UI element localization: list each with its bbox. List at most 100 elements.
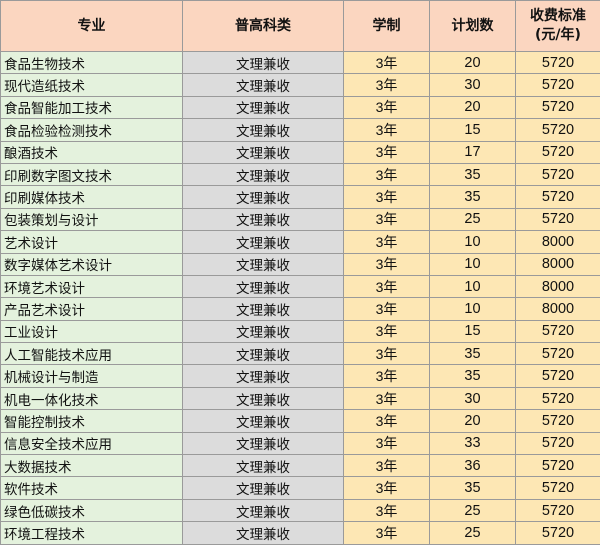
- years-cell: 3年: [343, 386, 430, 411]
- years-cell: 3年: [343, 162, 430, 187]
- header-plan: 计划数: [429, 0, 516, 52]
- table-row: 现代造纸技术 文理兼收 3年 30 5720: [0, 73, 600, 97]
- fee-cell: 5720: [515, 342, 600, 366]
- fee-cell: 5720: [515, 476, 600, 500]
- category-cell: 文理兼收: [182, 297, 344, 321]
- major-cell: 绿色低碳技术: [0, 498, 183, 523]
- major-cell: 大数据技术: [0, 454, 183, 478]
- major-cell: 信息安全技术应用: [0, 431, 183, 456]
- years-cell: 3年: [343, 73, 430, 97]
- major-cell: 数字媒体艺术设计: [0, 252, 183, 276]
- plan-count-cell: 25: [429, 207, 516, 232]
- category-cell: 文理兼收: [182, 185, 344, 209]
- category-cell: 文理兼收: [182, 498, 344, 523]
- years-cell: 3年: [343, 230, 430, 254]
- table-row: 食品检验检测技术 文理兼收 3年 15 5720: [0, 118, 600, 142]
- years-cell: 3年: [343, 319, 430, 344]
- years-cell: 3年: [343, 118, 430, 142]
- header-fee-line2: (元/年): [535, 27, 581, 43]
- category-cell: 文理兼收: [182, 73, 344, 97]
- fee-cell: 5720: [515, 73, 600, 97]
- fee-cell: 8000: [515, 230, 600, 254]
- plan-count-cell: 35: [429, 364, 516, 388]
- major-cell: 艺术设计: [0, 230, 183, 254]
- table-row: 产品艺术设计 文理兼收 3年 10 8000: [0, 297, 600, 321]
- plan-count-cell: 30: [429, 73, 516, 97]
- category-cell: 文理兼收: [182, 364, 344, 388]
- category-cell: 文理兼收: [182, 95, 344, 120]
- table-row: 大数据技术 文理兼收 3年 36 5720: [0, 454, 600, 478]
- table-row: 人工智能技术应用 文理兼收 3年 35 5720: [0, 342, 600, 366]
- major-cell: 环境艺术设计: [0, 274, 183, 299]
- plan-count-cell: 10: [429, 230, 516, 254]
- major-cell: 工业设计: [0, 319, 183, 344]
- years-cell: 3年: [343, 140, 430, 164]
- major-cell: 人工智能技术应用: [0, 342, 183, 366]
- table-row: 机电一体化技术 文理兼收 3年 30 5720: [0, 386, 600, 411]
- table-row: 环境工程技术 文理兼收 3年 25 5720: [0, 521, 600, 545]
- category-cell: 文理兼收: [182, 431, 344, 456]
- years-cell: 3年: [343, 364, 430, 388]
- table-row: 智能控制技术 文理兼收 3年 20 5720: [0, 409, 600, 433]
- plan-count-cell: 25: [429, 521, 516, 545]
- enrollment-table: 专业 普高科类 学制 计划数 收费标准 (元/年) 食品生物技术 文理兼收 3年 20…: [0, 0, 600, 545]
- table-row: 环境艺术设计 文理兼收 3年 10 8000: [0, 274, 600, 299]
- category-cell: 文理兼收: [182, 50, 344, 75]
- plan-count-cell: 20: [429, 95, 516, 120]
- plan-count-cell: 35: [429, 162, 516, 187]
- years-cell: 3年: [343, 409, 430, 433]
- table-row: 印刷媒体技术 文理兼收 3年 35 5720: [0, 185, 600, 209]
- years-cell: 3年: [343, 50, 430, 75]
- plan-count-cell: 17: [429, 140, 516, 164]
- years-cell: 3年: [343, 521, 430, 545]
- fee-cell: 5720: [515, 319, 600, 344]
- years-cell: 3年: [343, 498, 430, 523]
- years-cell: 3年: [343, 274, 430, 299]
- major-cell: 食品智能加工技术: [0, 95, 183, 120]
- major-cell: 机电一体化技术: [0, 386, 183, 411]
- fee-cell: 8000: [515, 274, 600, 299]
- plan-count-cell: 25: [429, 498, 516, 523]
- years-cell: 3年: [343, 252, 430, 276]
- table-row: 绿色低碳技术 文理兼收 3年 25 5720: [0, 498, 600, 523]
- fee-cell: 5720: [515, 498, 600, 523]
- plan-count-cell: 15: [429, 118, 516, 142]
- fee-cell: 5720: [515, 454, 600, 478]
- table-row: 艺术设计 文理兼收 3年 10 8000: [0, 230, 600, 254]
- fee-cell: 8000: [515, 297, 600, 321]
- category-cell: 文理兼收: [182, 162, 344, 187]
- category-cell: 文理兼收: [182, 454, 344, 478]
- major-cell: 产品艺术设计: [0, 297, 183, 321]
- header-years: 学制: [343, 0, 430, 52]
- category-cell: 文理兼收: [182, 476, 344, 500]
- major-cell: 环境工程技术: [0, 521, 183, 545]
- fee-cell: 5720: [515, 521, 600, 545]
- major-cell: 包装策划与设计: [0, 207, 183, 232]
- table-row: 酿酒技术 文理兼收 3年 17 5720: [0, 140, 600, 164]
- plan-count-cell: 36: [429, 454, 516, 478]
- fee-cell: 5720: [515, 207, 600, 232]
- fee-cell: 5720: [515, 50, 600, 75]
- plan-count-cell: 35: [429, 476, 516, 500]
- fee-cell: 5720: [515, 409, 600, 433]
- years-cell: 3年: [343, 95, 430, 120]
- category-cell: 文理兼收: [182, 386, 344, 411]
- category-cell: 文理兼收: [182, 274, 344, 299]
- category-cell: 文理兼收: [182, 118, 344, 142]
- years-cell: 3年: [343, 476, 430, 500]
- years-cell: 3年: [343, 454, 430, 478]
- fee-cell: 5720: [515, 118, 600, 142]
- table-row: 食品智能加工技术 文理兼收 3年 20 5720: [0, 95, 600, 120]
- fee-cell: 5720: [515, 95, 600, 120]
- table-body: 食品生物技术 文理兼收 3年 20 5720 现代造纸技术 文理兼收 3年 30 5720 食品智能…: [0, 50, 600, 545]
- table-row: 包装策划与设计 文理兼收 3年 25 5720: [0, 207, 600, 232]
- years-cell: 3年: [343, 185, 430, 209]
- years-cell: 3年: [343, 297, 430, 321]
- fee-cell: 5720: [515, 185, 600, 209]
- years-cell: 3年: [343, 342, 430, 366]
- major-cell: 现代造纸技术: [0, 73, 183, 97]
- major-cell: 印刷媒体技术: [0, 185, 183, 209]
- plan-count-cell: 20: [429, 409, 516, 433]
- plan-count-cell: 10: [429, 297, 516, 321]
- major-cell: 机械设计与制造: [0, 364, 183, 388]
